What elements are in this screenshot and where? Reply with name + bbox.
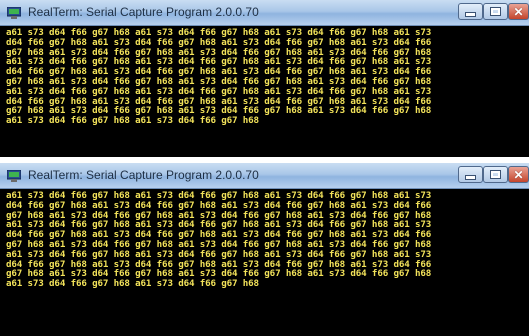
title-bar[interactable]: RealTerm: Serial Capture Program 2.0.0.7…	[0, 0, 529, 26]
title-bar[interactable]: RealTerm: Serial Capture Program 2.0.0.7…	[0, 163, 529, 189]
minimize-icon	[465, 12, 476, 17]
maximize-button[interactable]	[483, 3, 508, 20]
minimize-icon	[465, 175, 476, 180]
close-button[interactable]: ✕	[508, 3, 529, 20]
maximize-button[interactable]	[483, 166, 508, 183]
minimize-button[interactable]	[458, 3, 483, 20]
realterm-window-bottom: RealTerm: Serial Capture Program 2.0.0.7…	[0, 163, 529, 336]
minimize-button[interactable]	[458, 166, 483, 183]
maximize-icon	[490, 7, 501, 16]
maximize-icon	[490, 170, 501, 179]
terminal-line: a61 s73 d64 f66 g67 h68 a61 s73 d64 f66 …	[6, 115, 259, 127]
window-title: RealTerm: Serial Capture Program 2.0.0.7…	[28, 5, 259, 19]
realterm-app-icon[interactable]	[6, 169, 22, 182]
close-icon: ✕	[513, 4, 524, 19]
realterm-window-top: RealTerm: Serial Capture Program 2.0.0.7…	[0, 0, 529, 157]
close-icon: ✕	[513, 167, 524, 182]
terminal-output[interactable]: a61 s73 d64 f66 g67 h68 a61 s73 d64 f66 …	[0, 26, 529, 157]
close-button[interactable]: ✕	[508, 166, 529, 183]
realterm-app-icon[interactable]	[6, 6, 22, 19]
window-title: RealTerm: Serial Capture Program 2.0.0.7…	[28, 168, 259, 182]
terminal-line: a61 s73 d64 f66 g67 h68 a61 s73 d64 f66 …	[6, 278, 259, 290]
terminal-output[interactable]: a61 s73 d64 f66 g67 h68 a61 s73 d64 f66 …	[0, 189, 529, 336]
